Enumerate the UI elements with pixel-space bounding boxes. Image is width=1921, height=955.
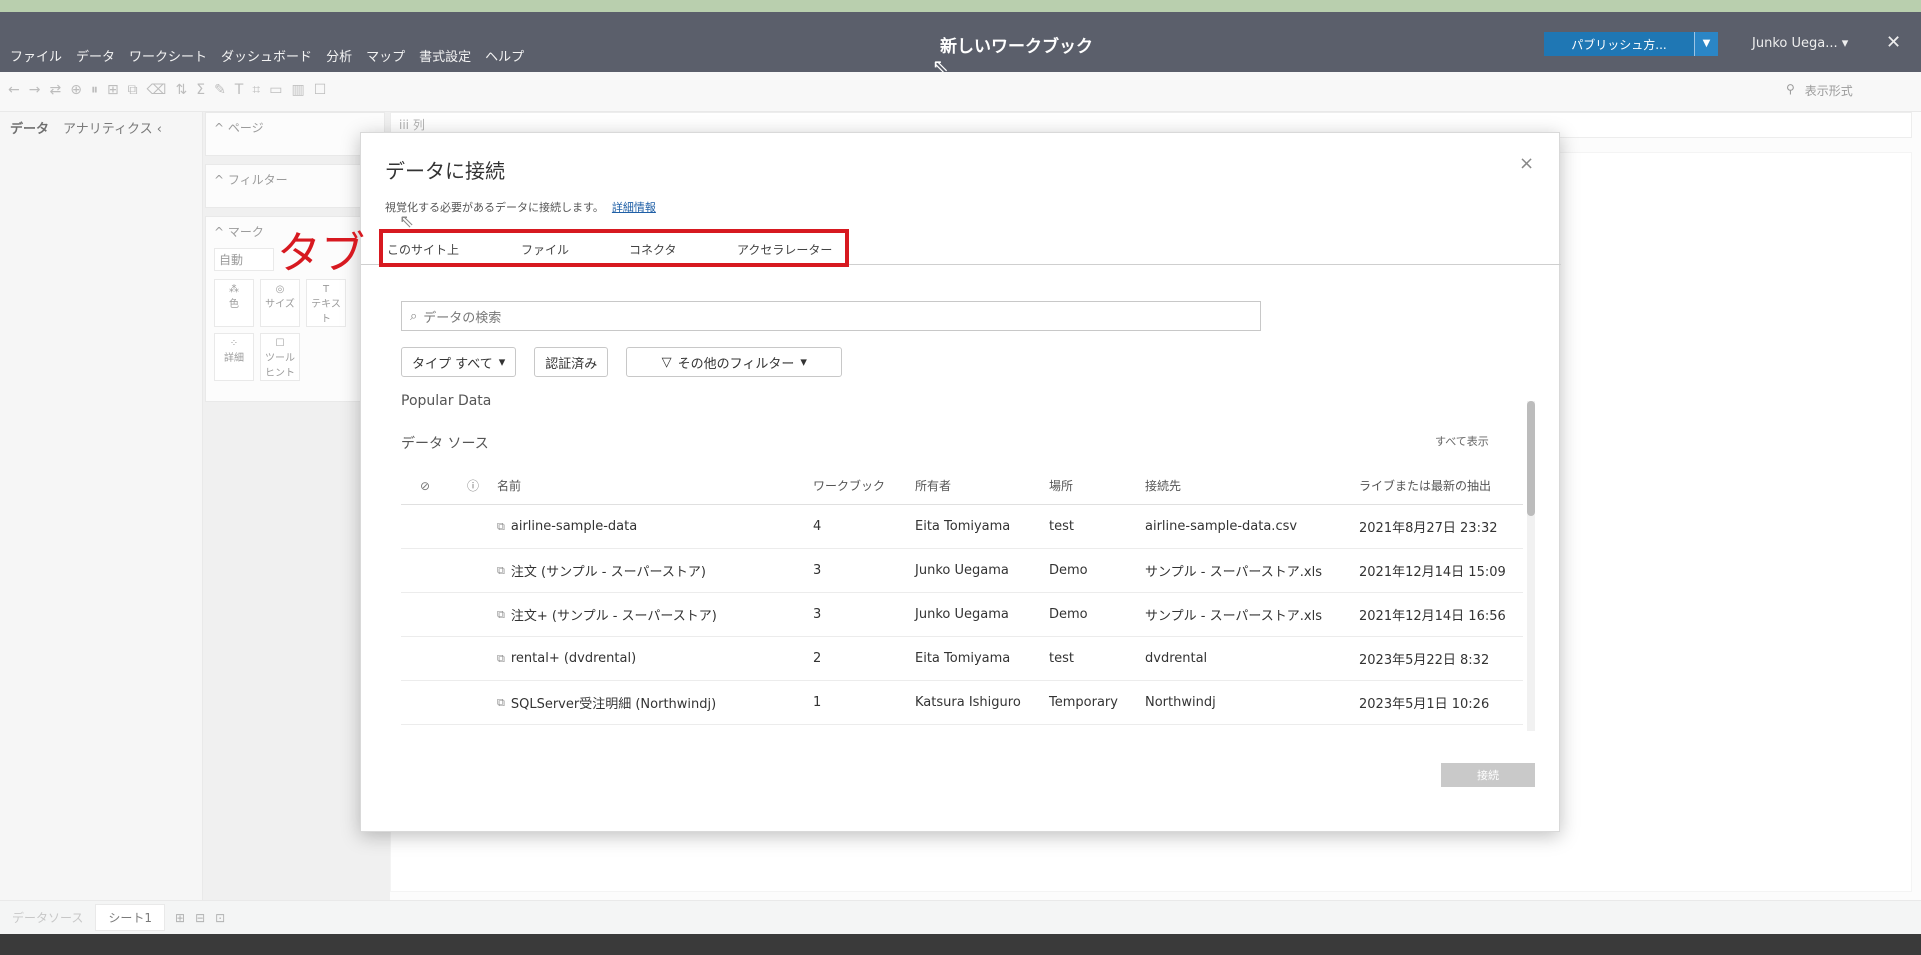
table-row[interactable]: ⧉ airline-sample-data 4 Eita Tomiyama tes… bbox=[401, 505, 1523, 549]
table-row[interactable]: ⧉ rental+ (dvdrental) 2 Eita Tomiyama tes… bbox=[401, 637, 1523, 681]
chevron-down-icon: ▾ bbox=[800, 354, 807, 370]
tab-annotation: タブ bbox=[277, 228, 365, 279]
row-name: ⧉ 注文 (サンプル - スーパーストア) bbox=[497, 561, 813, 581]
popular-data-heading: Popular Data bbox=[401, 393, 492, 409]
dialog-subtitle-text: 視覚化する必要があるデータに接続します。 bbox=[385, 201, 604, 214]
workbook-title: 新しいワークブック bbox=[940, 37, 1093, 57]
datasource-icon: ⧉ bbox=[497, 651, 505, 665]
row-date: 2021年8月27日 23:32 bbox=[1359, 521, 1498, 536]
menu-worksheet[interactable]: ワークシート bbox=[129, 46, 207, 65]
search-placeholder: データの検索 bbox=[423, 310, 502, 326]
connect-data-dialog: データに接続 × 視覚化する必要があるデータに接続します。 詳細情報 ⇖ このサイ… bbox=[277, 132, 1561, 832]
table-scrollbar-thumb[interactable] bbox=[1527, 401, 1535, 516]
menu-help[interactable]: ヘルプ bbox=[485, 46, 524, 65]
row-connection: サンプル - スーパーストア.xls bbox=[1145, 609, 1322, 624]
row-date: 2023年5月1日 10:26 bbox=[1359, 697, 1490, 712]
row-date: 2023年5月22日 8:32 bbox=[1359, 653, 1490, 668]
certified-column-icon[interactable]: ⊘ bbox=[401, 479, 449, 493]
row-connection: airline-sample-data.csv bbox=[1145, 519, 1298, 534]
top-strip bbox=[0, 0, 1921, 12]
row-connection: Northwindj bbox=[1145, 695, 1216, 710]
menu-format[interactable]: 書式設定 bbox=[419, 46, 471, 65]
col-header-owner[interactable]: 所有者 bbox=[915, 477, 1049, 494]
row-owner: Katsura Ishiguro bbox=[915, 695, 1021, 710]
table-row[interactable]: ⧉ SQLServer受注明細 (Northwindj) 1 Katsura Is… bbox=[401, 681, 1523, 725]
col-header-name[interactable]: 名前 bbox=[497, 477, 813, 494]
row-date: 2021年12月14日 16:56 bbox=[1359, 609, 1506, 624]
row-location: Demo bbox=[1049, 563, 1088, 578]
col-header-connection[interactable]: 接続先 bbox=[1145, 477, 1359, 494]
row-workbooks: 1 bbox=[813, 695, 822, 710]
search-icon: ⌕ bbox=[410, 308, 418, 324]
row-name: ⧉ 注文+ (サンプル - スーパーストア) bbox=[497, 605, 813, 625]
menu-file[interactable]: ファイル bbox=[10, 46, 62, 65]
row-workbooks: 3 bbox=[813, 563, 822, 578]
row-name-text: airline-sample-data bbox=[510, 519, 638, 534]
learn-more-link[interactable]: 詳細情報 bbox=[612, 201, 656, 214]
close-icon[interactable]: ✕ bbox=[1886, 32, 1901, 53]
menu-bar: ファイル データ ワークシート ダッシュボード 分析 マップ 書式設定 ヘルプ bbox=[10, 46, 524, 65]
row-workbooks: 4 bbox=[813, 519, 822, 534]
datasource-icon: ⧉ bbox=[497, 695, 505, 709]
row-name-text: 注文+ (サンプル - スーパーストア) bbox=[510, 609, 717, 624]
datasource-icon: ⧉ bbox=[497, 519, 505, 533]
certified-filter-button[interactable]: 認証済み bbox=[534, 347, 609, 377]
info-column-icon[interactable]: ⓘ bbox=[449, 477, 497, 494]
publish-button[interactable]: パブリッシュ方... ▼ bbox=[1544, 32, 1718, 56]
certified-filter-label: 認証済み bbox=[545, 356, 598, 372]
row-owner: Junko Uegama bbox=[915, 563, 1009, 578]
row-workbooks: 2 bbox=[813, 651, 822, 666]
menu-data[interactable]: データ bbox=[76, 46, 115, 65]
close-icon[interactable]: × bbox=[1519, 153, 1534, 174]
row-name: ⧉ airline-sample-data bbox=[497, 519, 813, 534]
row-location: Temporary bbox=[1049, 695, 1118, 710]
row-connection: dvdrental bbox=[1145, 651, 1208, 666]
row-location: Demo bbox=[1049, 607, 1088, 622]
more-filters-label: その他のフィルター bbox=[677, 356, 795, 372]
table-row[interactable]: ⧉ 注文 (サンプル - スーパーストア) 3 Junko Uegama Demo… bbox=[401, 549, 1523, 593]
row-workbooks: 3 bbox=[813, 607, 822, 622]
row-owner: Eita Tomiyama bbox=[915, 519, 1011, 534]
data-source-table: ⊘ ⓘ 名前 ワークブック 所有者 場所 接続先 ライブまたは最新の抽出 ⧉ ai… bbox=[401, 467, 1523, 725]
row-location: test bbox=[1049, 651, 1074, 666]
row-name: ⧉ SQLServer受注明細 (Northwindj) bbox=[497, 693, 813, 713]
row-owner: Eita Tomiyama bbox=[915, 651, 1011, 666]
row-date: 2021年12月14日 15:09 bbox=[1359, 565, 1506, 580]
datasource-icon: ⧉ bbox=[497, 607, 505, 621]
user-menu[interactable]: Junko Uega... ▾ bbox=[1752, 36, 1848, 51]
menu-map[interactable]: マップ bbox=[366, 46, 405, 65]
menu-analysis[interactable]: 分析 bbox=[326, 46, 352, 65]
connect-button[interactable]: 接続 bbox=[1441, 763, 1535, 787]
tab-highlight-box bbox=[379, 229, 849, 267]
row-connection: サンプル - スーパーストア.xls bbox=[1145, 565, 1322, 580]
datasource-icon: ⧉ bbox=[497, 563, 505, 577]
footer-strip bbox=[0, 934, 1921, 955]
row-name-text: SQLServer受注明細 (Northwindj) bbox=[510, 697, 717, 712]
chevron-down-icon[interactable]: ▼ bbox=[1694, 32, 1718, 56]
funnel-icon: ▽ bbox=[661, 354, 672, 370]
table-row[interactable]: ⧉ 注文+ (サンプル - スーパーストア) 3 Junko Uegama Dem… bbox=[401, 593, 1523, 637]
table-header: ⊘ ⓘ 名前 ワークブック 所有者 場所 接続先 ライブまたは最新の抽出 bbox=[401, 467, 1523, 505]
col-header-workbooks[interactable]: ワークブック bbox=[813, 477, 915, 494]
row-name: ⧉ rental+ (dvdrental) bbox=[497, 651, 813, 666]
data-sources-heading: データ ソース bbox=[401, 436, 489, 452]
row-name-text: 注文 (サンプル - スーパーストア) bbox=[510, 565, 706, 580]
publish-label: パブリッシュ方... bbox=[1571, 37, 1667, 52]
type-filter-select[interactable]: タイプ すべて ▾ bbox=[401, 347, 517, 377]
chevron-down-icon: ▾ bbox=[498, 354, 506, 370]
dialog-subtitle: 視覚化する必要があるデータに接続します。 詳細情報 bbox=[385, 199, 656, 215]
menu-dashboard[interactable]: ダッシュボード bbox=[221, 46, 312, 65]
col-header-date[interactable]: ライブまたは最新の抽出 bbox=[1359, 477, 1523, 494]
type-filter-label: タイプ すべて bbox=[412, 356, 493, 372]
row-name-text: rental+ (dvdrental) bbox=[510, 651, 637, 666]
search-input[interactable]: ⌕ データの検索 bbox=[401, 301, 1261, 331]
row-owner: Junko Uegama bbox=[915, 607, 1009, 622]
row-location: test bbox=[1049, 519, 1074, 534]
filter-row: タイプ すべて ▾ 認証済み ▽ その他のフィルター ▾ bbox=[401, 347, 843, 377]
col-header-location[interactable]: 場所 bbox=[1049, 477, 1145, 494]
dialog-title: データに接続 bbox=[385, 159, 505, 183]
more-filters-select[interactable]: ▽ その他のフィルター ▾ bbox=[626, 347, 843, 377]
show-all-link[interactable]: すべて表示 bbox=[1435, 433, 1489, 449]
title-bar: ファイル データ ワークシート ダッシュボード 分析 マップ 書式設定 ヘルプ … bbox=[0, 12, 1921, 72]
